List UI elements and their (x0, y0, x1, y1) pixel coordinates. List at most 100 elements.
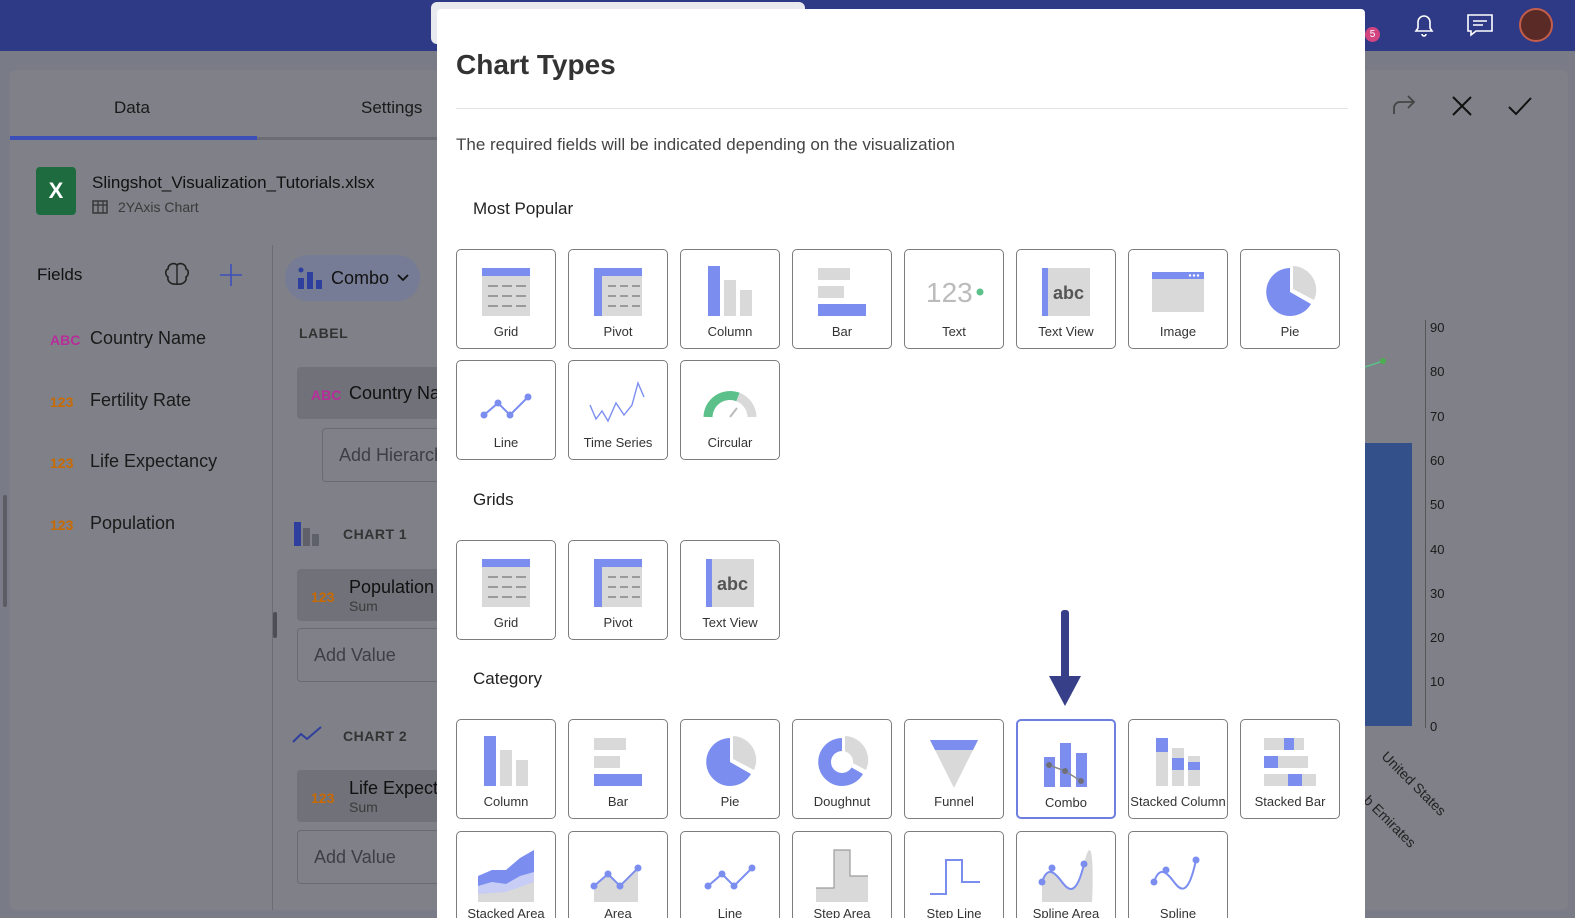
chart-type-tile-time-series[interactable]: Time Series (568, 360, 668, 460)
tab-divider (257, 137, 437, 140)
tile-label: Text View (1038, 324, 1094, 339)
redo-icon[interactable] (1390, 92, 1418, 120)
chart-type-tile-pivot[interactable]: Pivot (568, 540, 668, 640)
preview-y-tick: 0 (1430, 718, 1438, 734)
field-item[interactable]: 123 Population (50, 513, 217, 575)
grid-chart-icon (457, 264, 555, 320)
chart-type-tile-stacked-column[interactable]: Stacked Column (1128, 719, 1228, 819)
tile-label: Grid (493, 615, 519, 630)
tile-label: Doughnut (813, 794, 871, 809)
tile-label: Column (483, 794, 529, 809)
chart-type-tile-line[interactable]: Line (456, 360, 556, 460)
field-item[interactable]: ABC Country Name (50, 328, 217, 390)
field-type-badge: 123 (311, 790, 335, 806)
tile-label: Bar (831, 324, 853, 339)
chart-type-tile-spline[interactable]: Spline (1128, 831, 1228, 918)
scrollbar[interactable] (3, 495, 7, 607)
chart-type-tile-stacked-bar[interactable]: Stacked Bar (1240, 719, 1340, 819)
notification-bell-icon[interactable] (1407, 8, 1441, 42)
chart-type-tile-grid[interactable]: Grid (456, 540, 556, 640)
chart-type-tile-funnel[interactable]: Funnel (904, 719, 1004, 819)
tab-data[interactable]: Data (114, 98, 150, 118)
chart-type-tile-pie[interactable]: Pie (1240, 249, 1340, 349)
spline-chart-icon (1129, 846, 1227, 902)
pivot-chart-icon (569, 555, 667, 611)
dialog-description: The required fields will be indicated de… (456, 135, 955, 154)
chart-type-tile-column[interactable]: Column (456, 719, 556, 819)
chart2-title: CHART 2 (343, 728, 408, 744)
tile-label: Image (1159, 324, 1197, 339)
chart-type-tile-step-line[interactable]: Step Line (904, 831, 1004, 918)
tile-label: Text View (702, 615, 758, 630)
pivot-chart-icon (569, 264, 667, 320)
stackedarea-chart-icon (457, 846, 555, 902)
divider (456, 108, 1348, 109)
data-source[interactable]: X Slingshot_Visualization_Tutorials.xlsx… (36, 167, 375, 215)
chart-type-tile-text-view[interactable]: abc Text View (680, 540, 780, 640)
tile-label: Bar (607, 794, 629, 809)
chart-type-tile-doughnut[interactable]: Doughnut (792, 719, 892, 819)
dialog-title: Chart Types (456, 49, 616, 80)
chart-type-tile-text-view[interactable]: abc Text View (1016, 249, 1116, 349)
field-item[interactable]: 123 Fertility Rate (50, 390, 217, 452)
label-field-slot[interactable]: ABC Country Na (297, 367, 447, 419)
preview-y-tick: 20 (1430, 630, 1445, 646)
confirm-check-icon[interactable] (1506, 92, 1534, 120)
tile-label: Line (493, 435, 519, 450)
tile-label: Time Series (583, 435, 653, 450)
resize-handle[interactable] (273, 612, 277, 638)
chart1-value-slot[interactable]: 123 Population Sum (297, 569, 447, 621)
avatar-wrapper[interactable] (1519, 8, 1553, 42)
avatar[interactable] (1519, 8, 1553, 42)
chart-type-tile-pie[interactable]: Pie (680, 719, 780, 819)
chart-type-selector[interactable]: Combo (285, 255, 420, 301)
preview-y-tick: 40 (1430, 541, 1445, 557)
column-chart-icon (681, 264, 779, 320)
brain-icon[interactable] (163, 262, 191, 293)
chart-type-tile-stacked-area[interactable]: Stacked Area (456, 831, 556, 918)
field-type-badge: 123 (311, 589, 335, 605)
preview-y-tick: 90 (1430, 320, 1445, 335)
active-tab-indicator (10, 136, 257, 140)
pointer-arrow-icon (1049, 610, 1081, 706)
section-title-most-popular: Most Popular (473, 199, 574, 218)
chart-type-tile-line[interactable]: Line (680, 831, 780, 918)
tile-label: Stacked Column (1130, 794, 1226, 809)
tile-label: Spline Area (1032, 906, 1100, 918)
label-field-name: Country Na (349, 382, 441, 403)
chart2-add-value-button[interactable]: Add Value (297, 830, 447, 884)
svg-text:123: 123 (926, 277, 973, 308)
chart-type-tile-bar[interactable]: Bar (568, 719, 668, 819)
image-chart-icon (1129, 264, 1227, 320)
chart1-add-value-button[interactable]: Add Value (297, 628, 447, 682)
close-icon[interactable] (1448, 92, 1476, 120)
chart-type-tile-bar[interactable]: Bar (792, 249, 892, 349)
stackedcolumn-chart-icon (1129, 734, 1227, 790)
tile-label: Stacked Area (467, 906, 545, 918)
chart-type-tile-combo[interactable]: Combo (1016, 719, 1116, 819)
chart-type-tile-circular[interactable]: Circular (680, 360, 780, 460)
fields-title: Fields (37, 265, 83, 284)
chart-type-tile-grid[interactable]: Grid (456, 249, 556, 349)
chart-type-tile-text[interactable]: 123 Text (904, 249, 1004, 349)
chart-type-tile-column[interactable]: Column (680, 249, 780, 349)
chat-icon[interactable] (1463, 8, 1497, 42)
preview-y-axis (1425, 320, 1426, 728)
chart-type-tile-area[interactable]: Area (568, 831, 668, 918)
file-name: Slingshot_Visualization_Tutorials.xlsx (92, 173, 375, 192)
panel-divider (272, 245, 273, 910)
line-chart-icon (291, 724, 323, 751)
tab-settings[interactable]: Settings (361, 98, 422, 118)
field-type-badge: ABC (50, 332, 81, 348)
chart-type-tile-step-area[interactable]: Step Area (792, 831, 892, 918)
area-chart-icon (569, 846, 667, 902)
notification-badge: 5 (1365, 27, 1380, 42)
chart2-value-slot[interactable]: 123 Life Expect Sum (297, 770, 447, 822)
chart-type-tile-spline-area[interactable]: Spline Area (1016, 831, 1116, 918)
chart-type-tile-image[interactable]: Image (1128, 249, 1228, 349)
chart-type-tile-pivot[interactable]: Pivot (568, 249, 668, 349)
preview-y-tick: 60 (1430, 452, 1445, 468)
tile-label: Pie (720, 794, 740, 809)
add-field-icon[interactable] (219, 263, 243, 292)
field-item[interactable]: 123 Life Expectancy (50, 451, 217, 513)
